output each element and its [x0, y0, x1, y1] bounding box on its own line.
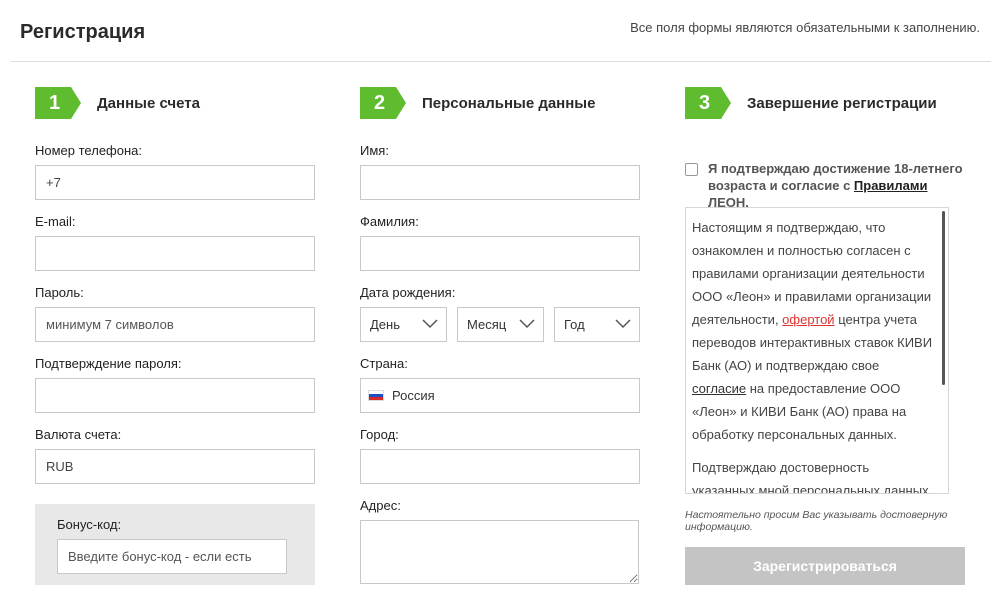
- country-value: Россия: [392, 388, 435, 403]
- birth-month-select[interactable]: Месяц: [457, 307, 544, 342]
- chevron-down-icon: [422, 319, 438, 329]
- chevron-down-icon: [519, 319, 535, 329]
- age-consent-checkbox[interactable]: [685, 163, 698, 176]
- password-confirm-label: Подтверждение пароля:: [35, 356, 182, 371]
- address-label: Адрес:: [360, 498, 401, 513]
- terms-paragraph-1: Настоящим я подтверждаю, что ознакомлен …: [692, 216, 934, 446]
- header-divider: [11, 61, 991, 62]
- birth-day-select[interactable]: День: [360, 307, 447, 342]
- terms-p1-a: Настоящим я подтверждаю, что ознакомлен …: [692, 220, 932, 327]
- birth-day-value: День: [370, 317, 400, 332]
- city-label: Город:: [360, 427, 399, 442]
- currency-input[interactable]: [35, 449, 315, 484]
- currency-label: Валюта счета:: [35, 427, 122, 442]
- birth-year-value: Год: [564, 317, 585, 332]
- step-1-title: Данные счета: [97, 94, 200, 112]
- consent-link[interactable]: согласие: [692, 381, 746, 396]
- last-name-input[interactable]: [360, 236, 640, 271]
- city-input[interactable]: [360, 449, 640, 484]
- country-label: Страна:: [360, 356, 408, 371]
- country-select[interactable]: Россия: [360, 378, 640, 413]
- bonus-code-label: Бонус-код:: [57, 517, 122, 532]
- page-title: Регистрация: [20, 21, 146, 43]
- required-note: Все поля формы являются обязательными к …: [630, 20, 980, 35]
- step-2-badge: 2: [360, 87, 406, 119]
- step-1-badge: 1: [35, 87, 81, 119]
- terms-scroll-box[interactable]: Настоящим я подтверждаю, что ознакомлен …: [685, 207, 949, 494]
- terms-scrollbar[interactable]: [942, 211, 945, 385]
- phone-input[interactable]: [35, 165, 315, 200]
- email-input[interactable]: [35, 236, 315, 271]
- birth-year-select[interactable]: Год: [554, 307, 640, 342]
- bonus-code-input[interactable]: [57, 539, 287, 574]
- age-consent-text: Я подтверждаю достижение 18-летнего возр…: [708, 160, 963, 211]
- register-button[interactable]: Зарегистрироваться: [685, 547, 965, 585]
- password-label: Пароль:: [35, 285, 84, 300]
- birth-month-value: Месяц: [467, 317, 507, 332]
- offer-link[interactable]: офертой: [782, 312, 834, 327]
- step-3: 3 Завершение регистрации: [685, 87, 965, 119]
- password-input[interactable]: [35, 307, 315, 342]
- step-3-badge: 3: [685, 87, 731, 119]
- terms-paragraph-2: Подтверждаю достоверность указанных мной…: [692, 460, 929, 494]
- personal-column: 2 Персональные данные: [360, 87, 640, 119]
- step-2-title: Персональные данные: [422, 94, 596, 112]
- step-2: 2 Персональные данные: [360, 87, 640, 119]
- step-1: 1 Данные счета: [35, 87, 315, 119]
- accuracy-notice: Настоятельно просим Вас указывать достов…: [685, 509, 948, 533]
- first-name-label: Имя:: [360, 143, 389, 158]
- account-column: 1 Данные счета: [35, 87, 315, 119]
- last-name-label: Фамилия:: [360, 214, 419, 229]
- phone-label: Номер телефона:: [35, 143, 142, 158]
- email-label: E-mail:: [35, 214, 76, 229]
- first-name-input[interactable]: [360, 165, 640, 200]
- finish-column: 3 Завершение регистрации: [685, 87, 965, 119]
- address-textarea[interactable]: [360, 520, 639, 584]
- chevron-down-icon: [615, 319, 631, 329]
- russia-flag-icon: [368, 390, 384, 401]
- birth-date-label: Дата рождения:: [360, 285, 456, 300]
- password-confirm-input[interactable]: [35, 378, 315, 413]
- rules-link[interactable]: Правилами: [854, 178, 928, 193]
- step-3-title: Завершение регистрации: [747, 94, 937, 112]
